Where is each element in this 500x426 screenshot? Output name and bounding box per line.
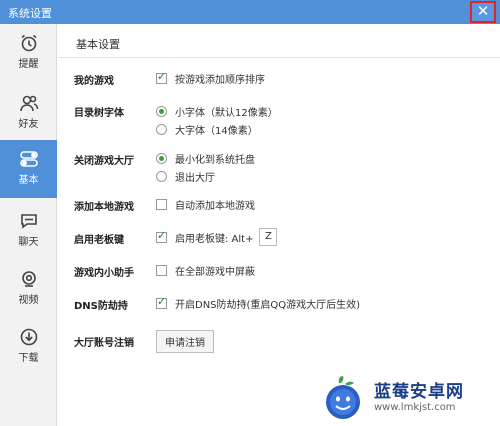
watermark-text: 蓝莓安卓网 bbox=[374, 382, 464, 402]
block-in-all-games-option[interactable]: 在全部游戏中屏蔽 bbox=[156, 263, 255, 278]
sidebar-item-basic[interactable]: 基本 bbox=[0, 140, 57, 198]
sidebar-item-chat[interactable]: 聊天 bbox=[0, 202, 57, 258]
settings-panel: 基本设置 我的游戏 按游戏添加顺序排序 目录树字体 小字体（默认12像素） 大字… bbox=[58, 24, 500, 426]
toggle-icon bbox=[19, 151, 38, 167]
option-label: 退出大厅 bbox=[175, 172, 215, 184]
chat-bubble-icon bbox=[20, 214, 37, 229]
sidebar-item-label: 聊天 bbox=[18, 237, 39, 248]
sidebar: 提醒 好友 基本 聊天 视频 下载 bbox=[0, 24, 57, 426]
auto-add-local-games-option[interactable]: 自动添加本地游戏 bbox=[156, 197, 255, 212]
sidebar-item-download[interactable]: 下载 bbox=[0, 318, 57, 374]
alarm-clock-icon bbox=[21, 34, 36, 52]
account-logout-label: 大厅账号注销 bbox=[74, 338, 134, 349]
option-label: 开启DNS防劫持(重启QQ游戏大厅后生效) bbox=[175, 299, 361, 311]
sidebar-item-video[interactable]: 视频 bbox=[0, 260, 57, 316]
option-label: 在全部游戏中屏蔽 bbox=[175, 266, 255, 278]
watermark-url: www.lmkjst.com bbox=[374, 402, 456, 413]
blueberry-logo-icon bbox=[326, 376, 360, 419]
sidebar-item-reminder[interactable]: 提醒 bbox=[0, 24, 57, 80]
sidebar-item-label: 视频 bbox=[18, 295, 39, 306]
exit-hall-radio[interactable] bbox=[156, 170, 167, 182]
option-label: 最小化到系统托盘 bbox=[175, 154, 255, 166]
webcam-icon bbox=[21, 271, 36, 287]
section-title: 基本设置 bbox=[76, 38, 120, 51]
exit-hall-option[interactable]: 退出大厅 bbox=[156, 169, 215, 184]
tree-font-label: 目录树字体 bbox=[74, 108, 124, 119]
download-icon bbox=[20, 328, 37, 346]
close-button[interactable]: ✕ bbox=[470, 1, 496, 23]
sidebar-item-friends[interactable]: 好友 bbox=[0, 84, 57, 140]
large-font-radio[interactable] bbox=[156, 123, 167, 135]
option-label: 小字体（默认12像素） bbox=[175, 107, 278, 119]
my-games-label: 我的游戏 bbox=[74, 76, 114, 87]
block-in-all-games-checkbox[interactable] bbox=[156, 264, 167, 276]
close-hall-label: 关闭游戏大厅 bbox=[74, 156, 134, 167]
option-label: 按游戏添加顺序排序 bbox=[175, 74, 265, 86]
sidebar-item-label: 好友 bbox=[18, 119, 39, 130]
window-title: 系统设置 bbox=[8, 7, 52, 20]
dns-protection-label: DNS防劫持 bbox=[74, 301, 128, 312]
dns-protection-checkbox[interactable] bbox=[156, 295, 167, 309]
minimize-to-tray-option[interactable]: 最小化到系统托盘 bbox=[156, 151, 255, 166]
add-local-games-label: 添加本地游戏 bbox=[74, 202, 134, 213]
boss-key-label: 启用老板键 bbox=[74, 235, 124, 246]
option-label: 大字体（14像素） bbox=[175, 125, 258, 137]
in-game-helper-label: 游戏内小助手 bbox=[74, 268, 134, 279]
auto-add-local-games-checkbox[interactable] bbox=[156, 198, 167, 210]
title-bar: 系统设置 ✕ bbox=[0, 0, 500, 24]
small-font-radio[interactable] bbox=[156, 105, 167, 117]
section-divider bbox=[58, 57, 500, 58]
option-label: 启用老板键: Alt+ bbox=[175, 233, 254, 245]
sort-by-add-order-option[interactable]: 按游戏添加顺序排序 bbox=[156, 70, 265, 86]
small-font-option[interactable]: 小字体（默认12像素） bbox=[156, 104, 278, 119]
sidebar-item-label: 下载 bbox=[18, 353, 39, 364]
dns-protection-option[interactable]: 开启DNS防劫持(重启QQ游戏大厅后生效) bbox=[156, 295, 361, 311]
watermark: 蓝莓安卓网 www.lmkjst.com bbox=[318, 376, 464, 420]
boss-key-input[interactable]: Z bbox=[259, 228, 278, 246]
close-icon: ✕ bbox=[476, 2, 490, 20]
boss-key-option[interactable]: 启用老板键: Alt+ Z bbox=[156, 228, 278, 246]
sidebar-item-label: 基本 bbox=[18, 175, 39, 186]
sidebar-item-label: 提醒 bbox=[18, 59, 39, 70]
friends-icon bbox=[19, 95, 38, 112]
apply-logout-button[interactable]: 申请注销 bbox=[156, 330, 214, 353]
option-label: 自动添加本地游戏 bbox=[175, 200, 255, 212]
minimize-to-tray-radio[interactable] bbox=[156, 152, 167, 164]
sort-by-add-order-checkbox[interactable] bbox=[156, 70, 167, 84]
boss-key-checkbox[interactable] bbox=[156, 229, 167, 243]
large-font-option[interactable]: 大字体（14像素） bbox=[156, 122, 258, 137]
